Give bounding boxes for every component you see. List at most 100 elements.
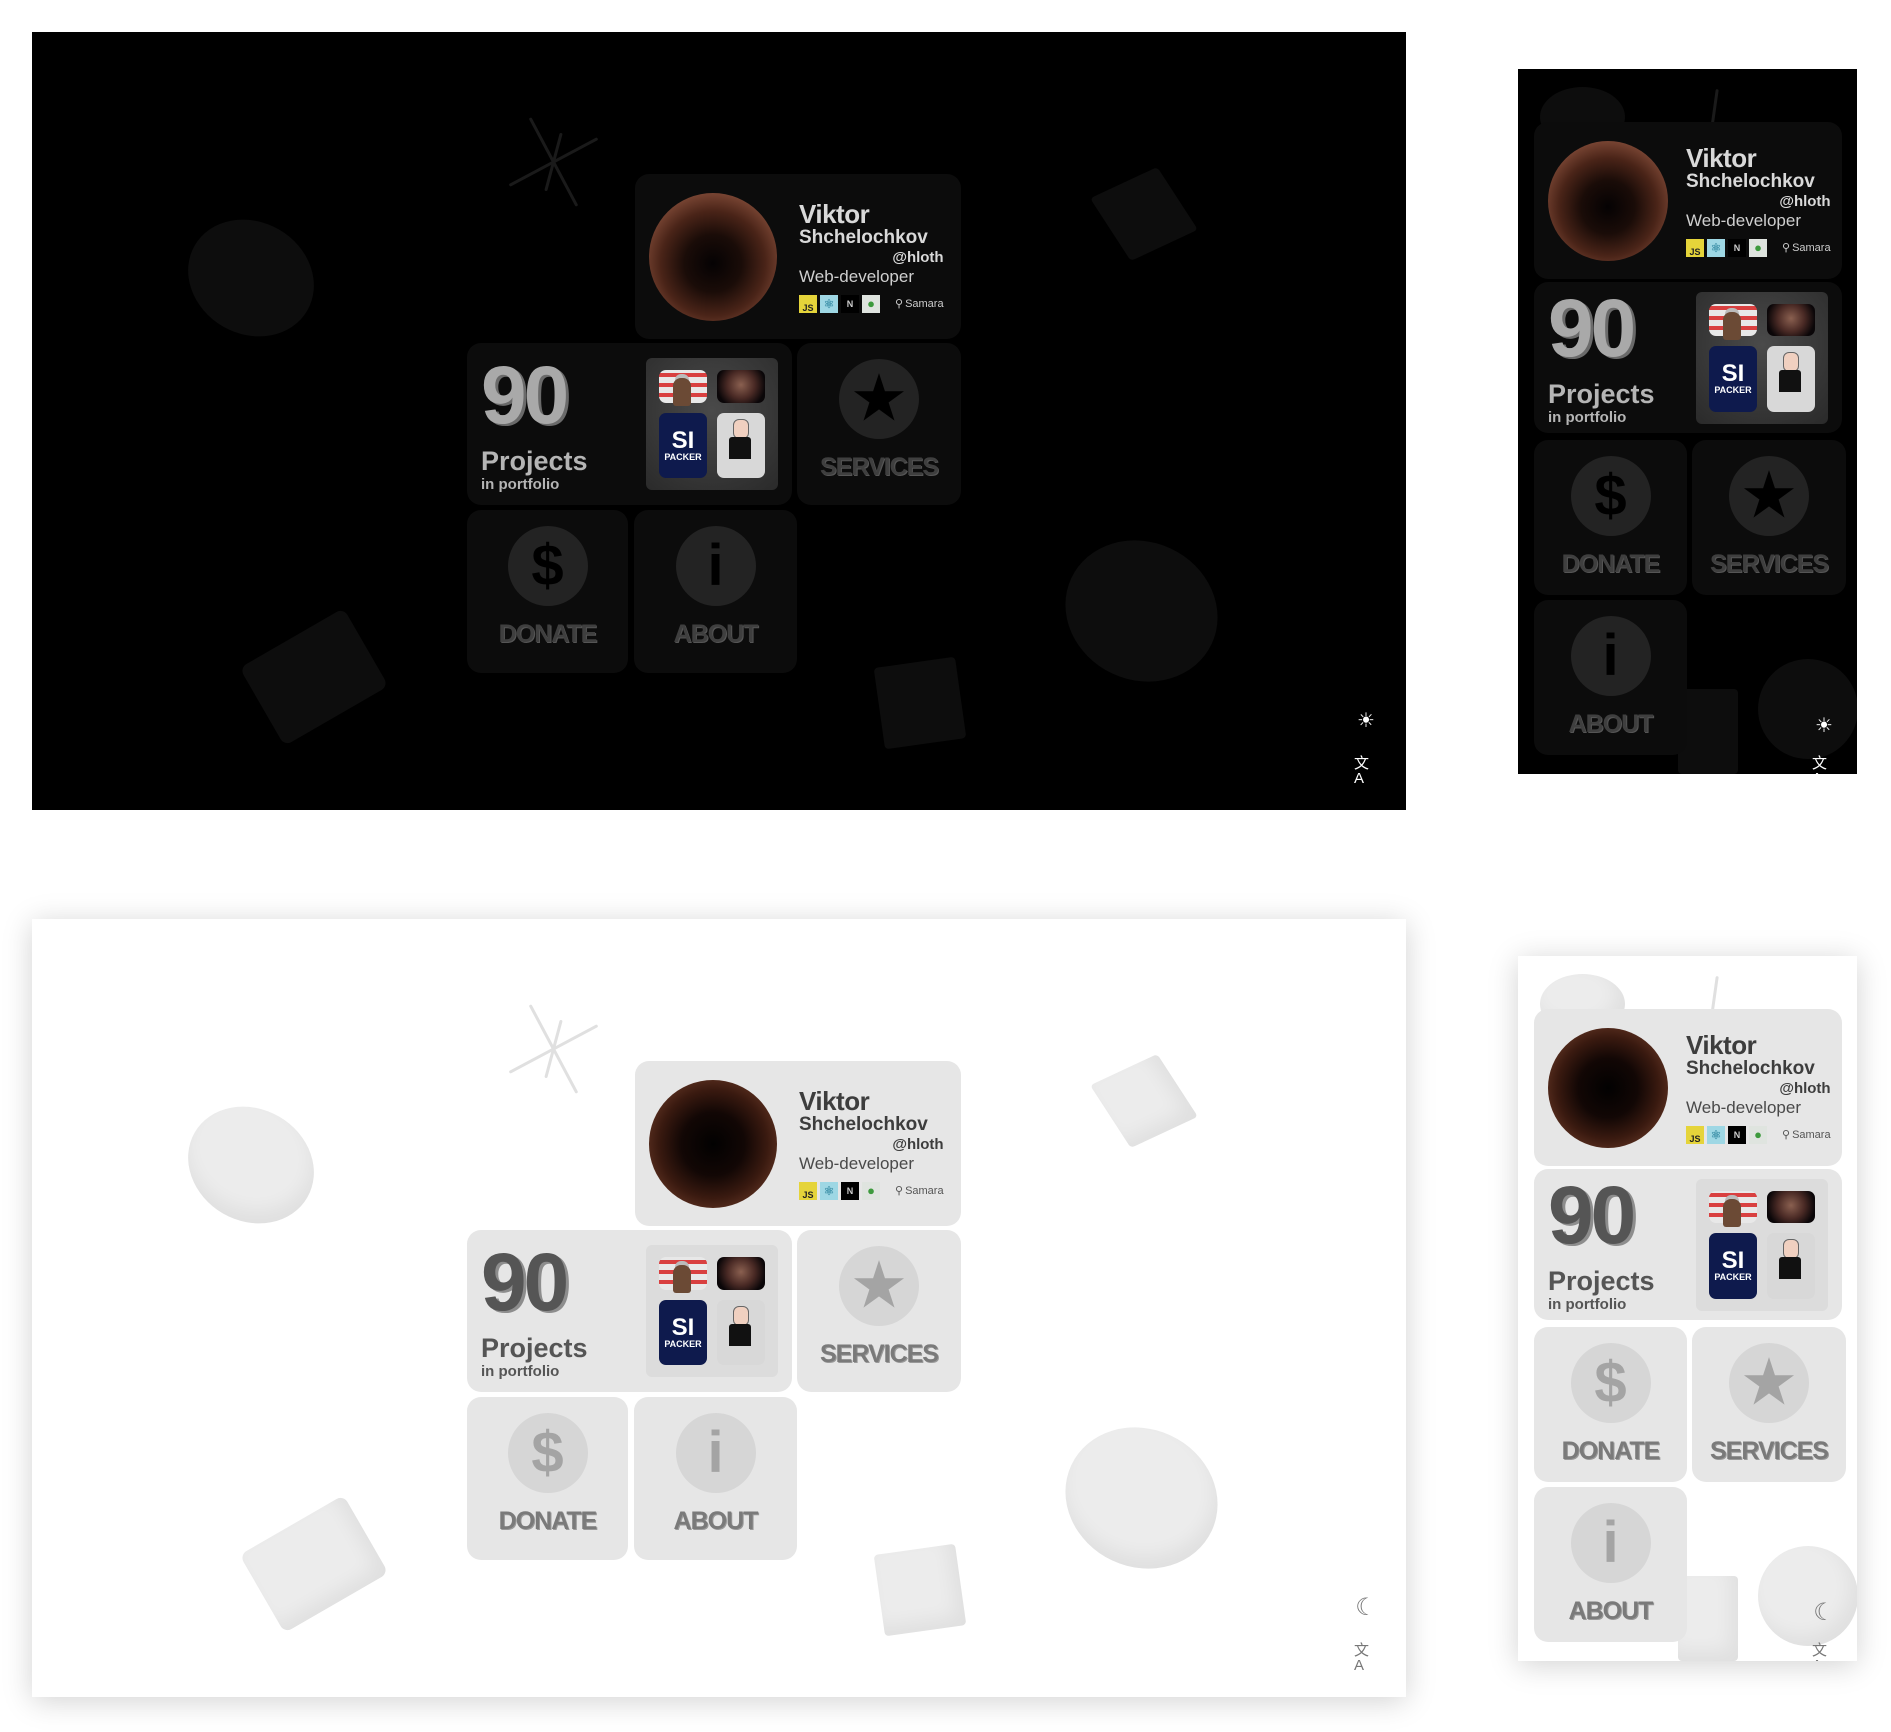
bg-sphere-shape [1042, 515, 1241, 707]
project-thumb-cartoon-politician[interactable] [1709, 303, 1757, 339]
profile-card: Viktor Shchelochkov @hloth Web-developer… [1534, 122, 1842, 279]
project-thumb-si-packer[interactable]: SI PACKER [1709, 346, 1757, 412]
location: ⚲ Samara [895, 297, 944, 311]
donate-label: DONATE [1561, 550, 1661, 578]
projects-sublabel: in portfolio [1548, 409, 1627, 426]
desktop-dark-screen: Viktor Shchelochkov @hloth Web-developer… [32, 32, 1406, 810]
bg-polyhedron-shape [239, 1495, 389, 1633]
about-label: ABOUT [673, 620, 759, 648]
nextjs-icon: N [841, 294, 859, 313]
project-thumb-dark-face[interactable] [717, 1257, 765, 1290]
project-thumb-dark-face[interactable] [717, 370, 765, 403]
project-thumb-pixel-character[interactable] [717, 1299, 765, 1365]
project-thumbnails: SI PACKER [646, 1245, 778, 1377]
services-tile[interactable]: ★ SERVICES [1692, 440, 1846, 595]
profile-first-name: Viktor [799, 198, 870, 229]
profile-handle: @hloth [1779, 1079, 1831, 1097]
bg-small-cube-shape [1678, 1576, 1738, 1661]
language-icon[interactable]: 文A [1354, 756, 1378, 786]
theme-toggle-sun-icon[interactable]: ☀ [1354, 709, 1378, 733]
services-label: SERVICES [1710, 1437, 1829, 1465]
about-label: ABOUT [1568, 1597, 1654, 1625]
donate-label: DONATE [1561, 1437, 1661, 1465]
language-icon[interactable]: 文A [1812, 756, 1836, 774]
tech-stack: JS ⚛ N ● ⚲ Samara [1686, 1125, 1831, 1144]
donate-tile[interactable]: $ DONATE [467, 1397, 628, 1560]
about-tile[interactable]: i ABOUT [634, 510, 797, 673]
react-icon: ⚛ [1707, 1125, 1725, 1144]
mongodb-icon: ● [862, 294, 880, 313]
language-icon[interactable]: 文A [1354, 1643, 1378, 1673]
project-thumb-cartoon-politician[interactable] [659, 370, 707, 406]
profile-first-name: Viktor [1686, 142, 1757, 173]
desktop-light-screen: Viktor Shchelochkov @hloth Web-developer… [32, 919, 1406, 1697]
project-thumb-si-packer[interactable]: SI PACKER [659, 412, 707, 478]
project-thumb-cartoon-politician[interactable] [1709, 1190, 1757, 1226]
location: ⚲ Samara [1782, 241, 1831, 255]
projects-card[interactable]: 90 Projects in portfolio SI PACKER [467, 1230, 792, 1392]
profile-role: Web-developer [799, 1153, 914, 1173]
donate-label: DONATE [498, 620, 598, 648]
project-thumb-pixel-character[interactable] [1767, 1233, 1815, 1299]
donate-tile[interactable]: $ DONATE [1534, 440, 1687, 595]
theme-toggle-moon-icon[interactable]: ☾ [1812, 1601, 1836, 1625]
project-thumb-dark-face[interactable] [1767, 1190, 1815, 1223]
theme-toggle-sun-icon[interactable]: ☀ [1812, 714, 1836, 738]
map-pin-icon: ⚲ [1782, 242, 1791, 254]
project-thumb-cartoon-politician[interactable] [659, 1257, 707, 1293]
bg-star-lines [507, 999, 599, 1094]
star-icon: ★ [1729, 456, 1809, 536]
donate-tile[interactable]: $ DONATE [467, 510, 628, 673]
about-tile[interactable]: i ABOUT [1534, 600, 1687, 755]
services-tile[interactable]: ★ SERVICES [797, 343, 961, 505]
project-thumb-si-packer[interactable]: SI PACKER [659, 1299, 707, 1365]
profile-first-name: Viktor [1686, 1029, 1757, 1060]
services-tile[interactable]: ★ SERVICES [797, 1230, 961, 1392]
map-pin-icon: ⚲ [895, 298, 904, 310]
project-thumb-pixel-character[interactable] [1767, 346, 1815, 412]
services-label: SERVICES [820, 1340, 939, 1368]
avatar [649, 1079, 777, 1208]
about-tile[interactable]: i ABOUT [1534, 1487, 1687, 1642]
projects-count: 90 [1548, 1170, 1636, 1261]
project-thumb-dark-face[interactable] [1767, 303, 1815, 336]
bg-sphere-shape [1042, 1402, 1241, 1594]
tech-stack: JS ⚛ N ● ⚲ Samara [799, 1181, 944, 1200]
react-icon: ⚛ [1707, 238, 1725, 257]
profile-last-name: Shchelochkov [1686, 1057, 1815, 1079]
bg-small-cube-shape [873, 1543, 967, 1637]
profile-role: Web-developer [799, 266, 914, 286]
profile-role: Web-developer [1686, 210, 1801, 230]
info-icon: i [675, 1413, 756, 1493]
tech-stack: JS ⚛ N ● ⚲ Samara [1686, 238, 1831, 257]
projects-card[interactable]: 90 Projects in portfolio SI PACKER [1534, 1169, 1842, 1320]
info-icon: i [1570, 616, 1651, 696]
profile-first-name: Viktor [799, 1085, 870, 1116]
project-thumb-pixel-character[interactable] [717, 412, 765, 478]
theme-toggle-moon-icon[interactable]: ☾ [1354, 1596, 1378, 1620]
language-icon[interactable]: 文A [1812, 1643, 1836, 1661]
projects-card[interactable]: 90 Projects in portfolio SI PACKER [467, 343, 792, 505]
project-thumb-si-packer[interactable]: SI PACKER [1709, 1233, 1757, 1299]
bg-small-cube-shape [1678, 689, 1738, 774]
javascript-icon: JS [799, 294, 817, 313]
donate-tile[interactable]: $ DONATE [1534, 1327, 1687, 1482]
bg-sphere-shape [1758, 1546, 1857, 1646]
profile-last-name: Shchelochkov [1686, 170, 1815, 192]
location: ⚲ Samara [1782, 1128, 1831, 1142]
javascript-icon: JS [1686, 238, 1704, 257]
about-tile[interactable]: i ABOUT [634, 1397, 797, 1560]
profile-last-name: Shchelochkov [799, 1113, 928, 1135]
projects-sublabel: in portfolio [1548, 1296, 1627, 1313]
profile-handle: @hloth [1779, 192, 1831, 210]
projects-card[interactable]: 90 Projects in portfolio SI PACKER [1534, 282, 1842, 433]
dollar-icon: $ [507, 1413, 588, 1493]
bg-star-lines [507, 112, 599, 207]
dollar-icon: $ [1570, 1343, 1651, 1423]
map-pin-icon: ⚲ [1782, 1129, 1791, 1141]
nextjs-icon: N [1728, 1125, 1746, 1144]
bg-polyhedron-shape [239, 608, 389, 746]
services-tile[interactable]: ★ SERVICES [1692, 1327, 1846, 1482]
bg-small-cube-shape [873, 656, 967, 750]
javascript-icon: JS [799, 1181, 817, 1200]
